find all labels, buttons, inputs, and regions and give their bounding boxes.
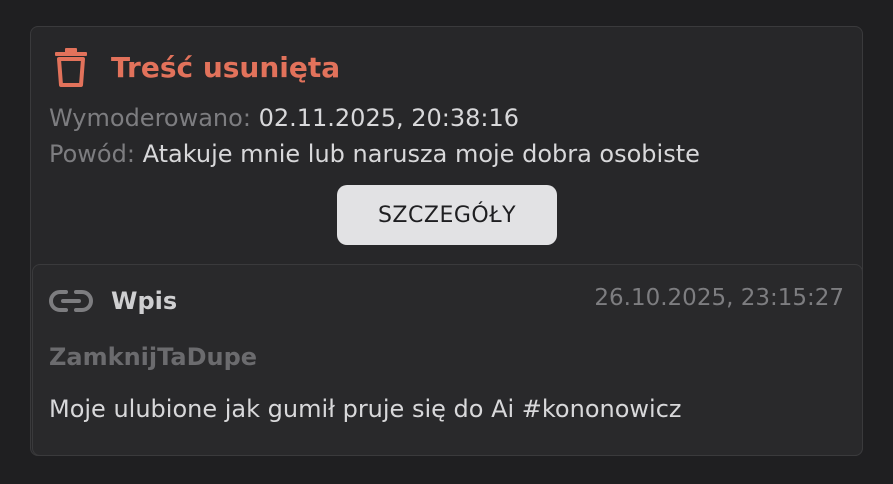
link-icon — [49, 289, 93, 313]
reason-label: Powód: — [49, 140, 135, 168]
moderated-date: 02.11.2025, 20:38:16 — [258, 104, 520, 132]
post-card[interactable]: Wpis 26.10.2025, 23:15:27 ZamknijTaDupe … — [32, 264, 863, 456]
moderation-header: Treść usunięta — [53, 45, 340, 89]
moderated-date-row: Wymoderowano: 02.11.2025, 20:38:16 — [49, 103, 519, 133]
moderation-title: Treść usunięta — [111, 50, 341, 84]
post-header: Wpis — [49, 283, 177, 319]
details-button[interactable]: SZCZEGÓŁY — [337, 185, 557, 245]
post-date: 26.10.2025, 23:15:27 — [594, 285, 844, 311]
trash-icon — [53, 47, 89, 87]
post-author[interactable]: ZamknijTaDupe — [49, 343, 257, 371]
post-type-label: Wpis — [111, 287, 178, 315]
reason-value: Atakuje mnie lub narusza moje dobra osob… — [142, 140, 700, 168]
reason-row: Powód: Atakuje mnie lub narusza moje dob… — [49, 139, 700, 169]
moderation-card: Treść usunięta Wymoderowano: 02.11.2025,… — [30, 26, 863, 456]
moderated-label: Wymoderowano: — [49, 104, 251, 132]
post-text: Moje ulubione jak gumił pruje się do Ai … — [49, 395, 682, 423]
